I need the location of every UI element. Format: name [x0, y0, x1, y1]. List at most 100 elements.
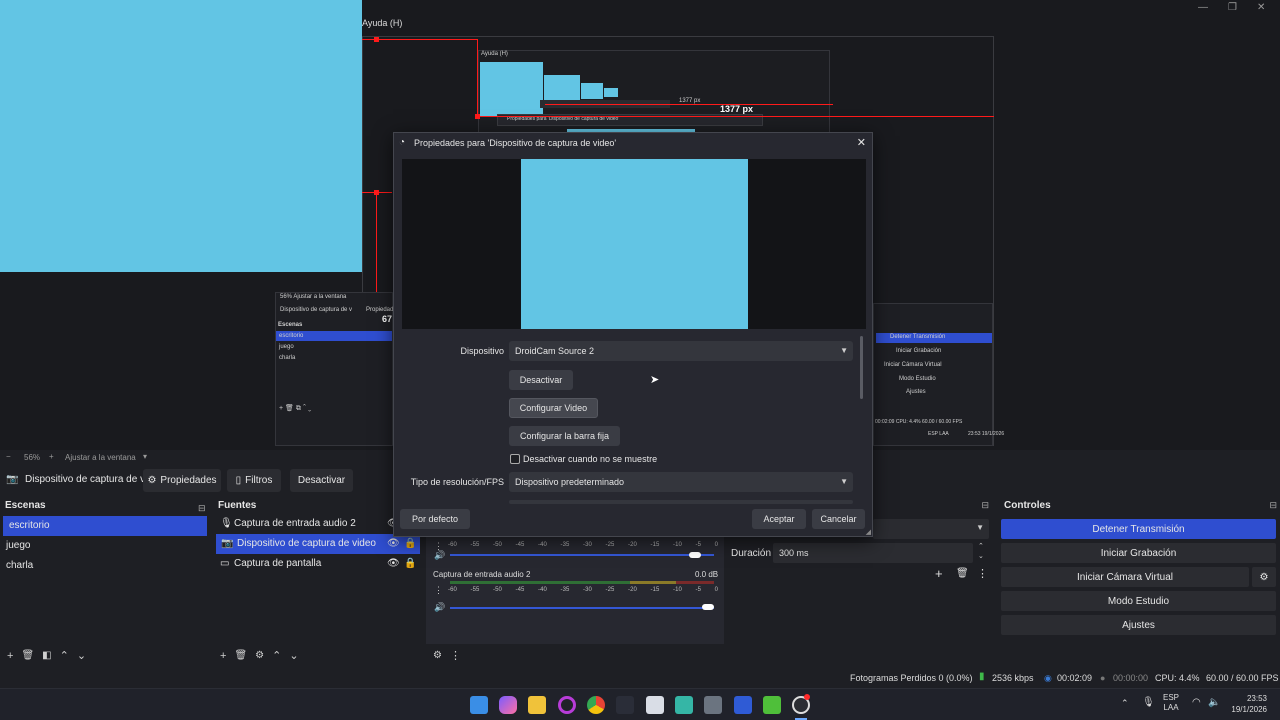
- nested-scene-2: juego: [279, 344, 294, 350]
- meter-yellow: [630, 581, 676, 584]
- duration-input[interactable]: 300 ms: [773, 543, 973, 563]
- sources-list: 🎙 Captura de entrada audio 2 👁 📷 Disposi…: [213, 514, 423, 647]
- delete-scene-icon[interactable]: 🗑: [21, 650, 34, 661]
- copilot-icon[interactable]: [499, 696, 517, 714]
- cancel-button[interactable]: Cancelar: [812, 509, 865, 529]
- file-explorer-icon[interactable]: [528, 696, 546, 714]
- deactivate-device-button[interactable]: Desactivar: [509, 370, 573, 390]
- move-up-icon[interactable]: ⌃: [272, 649, 281, 662]
- close-icon[interactable]: ✕: [857, 133, 866, 153]
- speaker-icon[interactable]: 🔈: [1208, 697, 1220, 708]
- filters-button[interactable]: ▯ Filtros: [227, 469, 281, 492]
- properties-button[interactable]: ⚙ Propiedades: [143, 469, 221, 492]
- tray-chevron-icon[interactable]: ⌃: [1121, 698, 1129, 709]
- opera-icon[interactable]: [558, 696, 576, 714]
- deactivate-button[interactable]: Desactivar: [290, 469, 353, 492]
- deactivate-hidden-checkbox[interactable]: [510, 454, 520, 464]
- restore-icon[interactable]: ❐: [1228, 2, 1237, 13]
- nested-help-text: Ayuda (H): [481, 51, 508, 57]
- meter-red: [676, 581, 714, 584]
- delete-transition-icon[interactable]: 🗑: [956, 568, 969, 579]
- minimize-icon[interactable]: —: [1198, 2, 1208, 13]
- visibility-eye-icon[interactable]: 👁: [387, 534, 400, 554]
- dropped-frames: Fotogramas Perdidos 0 (0.0%): [850, 673, 973, 683]
- dialog-titlebar[interactable]: ◔ Propiedades para 'Dispositivo de captu…: [394, 133, 872, 153]
- source-properties-icon[interactable]: ⚙: [255, 650, 264, 661]
- transition-menu-icon[interactable]: ⋮: [977, 567, 988, 580]
- close-window-icon[interactable]: ✕: [1257, 2, 1265, 13]
- delete-source-icon[interactable]: 🗑: [234, 650, 247, 661]
- filters-scene-icon[interactable]: ◧: [42, 650, 51, 661]
- zoom-dropdown-icon[interactable]: ▾: [143, 452, 147, 461]
- signal-icon: ▮: [979, 671, 985, 682]
- sources-footer: + 🗑 ⚙ ⌃ ⌄: [213, 647, 423, 664]
- settings-button[interactable]: Ajustes: [1001, 615, 1276, 635]
- guide-line-h3: [545, 104, 833, 105]
- channel-2-volume-knob[interactable]: [702, 604, 714, 610]
- source-item-audio[interactable]: 🎙 Captura de entrada audio 2 👁: [213, 514, 423, 534]
- add-transition-icon[interactable]: +: [935, 566, 943, 581]
- move-up-icon[interactable]: ⌃: [60, 649, 69, 662]
- scene-item-charla[interactable]: charla: [0, 556, 210, 576]
- green-app-icon[interactable]: [763, 696, 781, 714]
- clock[interactable]: 23:53 19/1/2026: [1225, 693, 1267, 715]
- wifi-icon[interactable]: ◠: [1192, 697, 1201, 708]
- dark-app-icon[interactable]: [616, 696, 634, 714]
- transition-select[interactable]: ▼: [873, 519, 989, 539]
- help-menu[interactable]: Ayuda (H): [362, 18, 402, 28]
- move-down-icon[interactable]: ⌄: [77, 649, 86, 662]
- language-indicator[interactable]: ESP LAA: [1163, 693, 1179, 713]
- scenes-title: Escenas: [0, 498, 210, 514]
- source-item-video[interactable]: 📷 Dispositivo de captura de video 👁 🔒: [216, 534, 420, 554]
- add-source-icon[interactable]: +: [220, 650, 226, 662]
- resize-grip-icon[interactable]: ◢: [866, 528, 871, 536]
- chrome-icon[interactable]: [587, 696, 605, 714]
- windows-start-icon[interactable]: [470, 696, 488, 714]
- accept-button[interactable]: Aceptar: [752, 509, 806, 529]
- visibility-eye-icon[interactable]: 👁: [387, 554, 400, 574]
- fit-window-toggle[interactable]: Ajustar a la ventana: [65, 453, 136, 462]
- start-recording-button[interactable]: Iniciar Grabación: [1001, 543, 1276, 563]
- dialog-scrollbar[interactable]: [860, 336, 863, 399]
- lock-icon[interactable]: 🔒: [404, 534, 416, 554]
- volume-icon[interactable]: 🔊: [434, 602, 445, 613]
- configure-crossbar-button[interactable]: Configurar la barra fija: [509, 426, 620, 446]
- calculator-icon[interactable]: [704, 696, 722, 714]
- channel-2-db: 0.0 dB: [695, 570, 719, 579]
- scene-item-escritorio[interactable]: escritorio: [3, 516, 207, 536]
- source-item-screen[interactable]: ▭ Captura de pantalla 👁 🔒: [213, 554, 423, 574]
- channel-2-volume-track[interactable]: [450, 607, 714, 609]
- virtual-camera-button[interactable]: Iniciar Cámara Virtual: [1001, 567, 1249, 587]
- volume-icon[interactable]: 🔊: [434, 550, 445, 561]
- channel-1-volume-knob[interactable]: [689, 552, 702, 558]
- lock-icon[interactable]: 🔒: [404, 554, 416, 574]
- fps: 60.00 / 60.00 FPS: [1206, 673, 1279, 683]
- configure-video-button[interactable]: Configurar Video: [509, 398, 598, 418]
- notepad-icon[interactable]: [675, 696, 693, 714]
- studio-mode-button[interactable]: Modo Estudio: [1001, 591, 1276, 611]
- scene-item-juego[interactable]: juego: [0, 536, 210, 556]
- duration-stepper[interactable]: ⌃ ⌄: [978, 542, 984, 562]
- blue-app-icon[interactable]: [734, 696, 752, 714]
- nested-time: 23:53 19/1/2026: [968, 431, 1005, 437]
- dock-menu-icon[interactable]: ⊟: [1269, 500, 1277, 511]
- zoom-out-button[interactable]: −: [6, 452, 11, 461]
- dock-menu-icon[interactable]: ⊟: [981, 500, 989, 511]
- chevron-down-icon: ▼: [976, 523, 984, 532]
- advanced-audio-icon[interactable]: ⚙: [433, 650, 442, 661]
- mixer-menu-icon[interactable]: ⋮: [450, 649, 461, 662]
- microphone-icon[interactable]: 🎙: [1142, 697, 1155, 708]
- device-select[interactable]: DroidCam Source 2 ▼: [509, 341, 853, 361]
- move-down-icon[interactable]: ⌄: [289, 649, 298, 662]
- recording-badge: [804, 694, 810, 700]
- stop-stream-button[interactable]: Detener Transmisión: [1001, 519, 1276, 539]
- zoom-in-button[interactable]: +: [49, 452, 54, 461]
- channel-2-menu-icon[interactable]: ⋮: [434, 585, 443, 596]
- virtual-camera-settings-icon[interactable]: ⚙: [1252, 567, 1276, 587]
- resolution-select[interactable]: Dispositivo predeterminado ▼: [509, 472, 853, 492]
- defaults-button[interactable]: Por defecto: [400, 509, 470, 529]
- nested-scene-1: escritorio: [279, 333, 304, 339]
- channel-1-volume-track[interactable]: [450, 554, 714, 556]
- add-scene-icon[interactable]: +: [7, 650, 13, 662]
- id-card-app-icon[interactable]: [646, 696, 664, 714]
